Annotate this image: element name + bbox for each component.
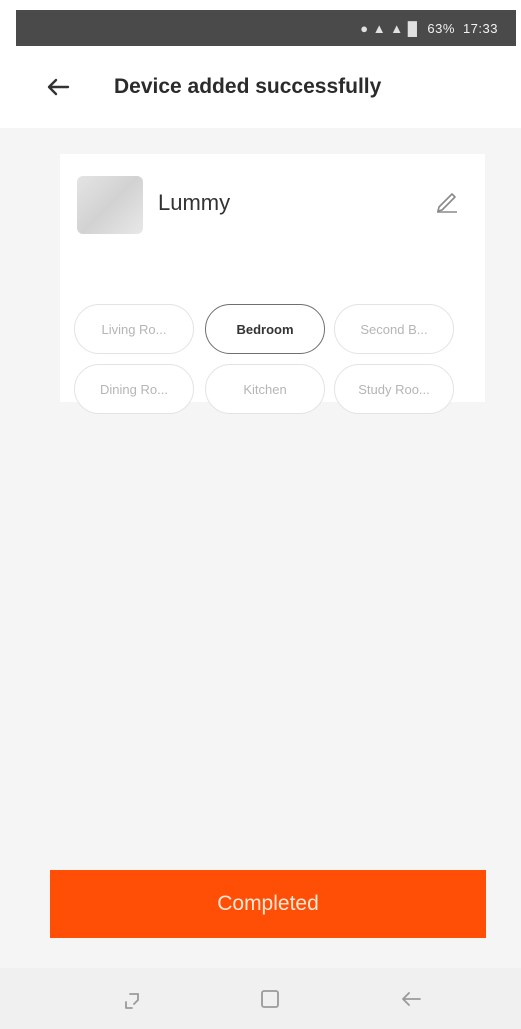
- screen: ● ▲ ▲ █ 63% 17:33 Device added successfu…: [0, 0, 521, 1029]
- status-bar: ● ▲ ▲ █ 63% 17:33: [16, 10, 516, 46]
- header: Device added successfully: [0, 46, 521, 128]
- room-chip-kitchen[interactable]: Kitchen: [205, 364, 325, 414]
- back-button[interactable]: [38, 67, 78, 107]
- nav-back-icon: [402, 992, 421, 1006]
- nav-back-button[interactable]: [394, 982, 428, 1016]
- room-chip-dining-room[interactable]: Dining Ro...: [74, 364, 194, 414]
- page-title: Device added successfully: [114, 75, 382, 98]
- completed-button[interactable]: Completed: [50, 870, 486, 938]
- status-time: 17:33: [462, 20, 498, 36]
- home-button[interactable]: [253, 982, 287, 1016]
- device-card: Lummy Living Ro... Bedroom Second B... D…: [60, 154, 485, 414]
- home-square-icon: [261, 990, 279, 1008]
- recent-apps-button[interactable]: [117, 982, 151, 1016]
- edit-name-button[interactable]: [430, 184, 464, 218]
- recent-apps-icon: [125, 993, 139, 1009]
- device-name: Lummy: [158, 190, 231, 215]
- room-chip-living-room[interactable]: Living Ro...: [74, 304, 194, 354]
- content-area: Lummy Living Ro... Bedroom Second B... D…: [0, 128, 521, 968]
- room-chip-second-bedroom[interactable]: Second B...: [334, 304, 454, 354]
- device-row: Lummy: [60, 154, 485, 264]
- room-chip-bedroom[interactable]: Bedroom: [205, 304, 325, 354]
- status-icons: ● ▲ ▲ █: [360, 20, 418, 36]
- pencil-icon: [437, 193, 457, 213]
- device-thumbnail: [77, 176, 143, 234]
- room-chip-study-room[interactable]: Study Roo...: [334, 364, 454, 414]
- arrow-left-icon: [47, 78, 70, 96]
- battery-percent: 63%: [427, 20, 455, 36]
- system-nav-bar: [0, 968, 521, 1029]
